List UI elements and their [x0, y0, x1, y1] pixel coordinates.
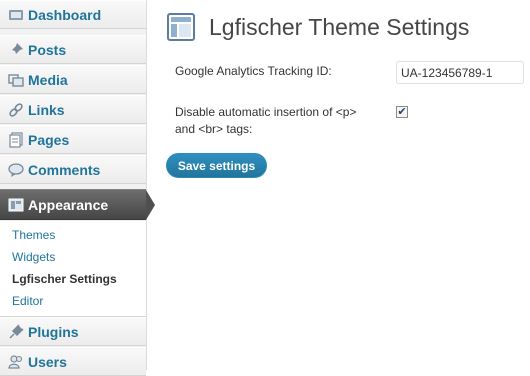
comment-icon	[8, 162, 24, 178]
menu-label-media: Media	[28, 71, 68, 88]
menu-item-links[interactable]: Links	[0, 95, 146, 124]
pin-icon	[8, 42, 24, 58]
submenu-item-themes[interactable]: Themes	[12, 228, 55, 242]
menu-item-posts[interactable]: Posts	[0, 35, 146, 64]
menu-item-appearance[interactable]: Appearance	[0, 189, 146, 220]
menu-label-users: Users	[28, 353, 67, 370]
submenu-item-editor[interactable]: Editor	[12, 294, 43, 308]
save-settings-button[interactable]: Save settings	[166, 153, 267, 178]
tracking-id-label: Google Analytics Tracking ID:	[175, 64, 332, 78]
link-icon	[8, 102, 24, 118]
media-icon	[8, 72, 24, 88]
disable-insertion-label-line2: and <br> tags:	[175, 122, 253, 136]
menu-item-plugins[interactable]: Plugins	[0, 317, 146, 346]
menu-item-media[interactable]: Media	[0, 65, 146, 94]
checkmark-icon: ✔	[397, 106, 407, 118]
appearance-submenu: Themes Widgets Lgfischer Settings Editor	[0, 221, 146, 317]
disable-insertion-checkbox[interactable]: ✔	[396, 106, 408, 118]
page-title: Lgfischer Theme Settings	[209, 14, 470, 40]
menu-label-dashboard: Dashboard	[28, 6, 102, 23]
disable-insertion-label-line1: Disable automatic insertion of <p>	[175, 105, 357, 119]
menu-label-links: Links	[28, 101, 65, 118]
menu-label-appearance: Appearance	[28, 196, 109, 213]
pages-icon	[8, 131, 24, 148]
menu-label-pages: Pages	[28, 131, 70, 148]
submenu-item-widgets[interactable]: Widgets	[12, 250, 55, 264]
plugin-icon	[8, 323, 24, 340]
menu-item-pages[interactable]: Pages	[0, 125, 146, 154]
submenu-item-lgfischer-settings[interactable]: Lgfischer Settings	[12, 272, 117, 286]
dashboard-icon	[8, 7, 24, 23]
admin-sidebar: Dashboard Posts Media Links Pages Commen…	[0, 0, 155, 376]
menu-item-users[interactable]: Users	[0, 347, 146, 376]
users-icon	[8, 354, 24, 370]
tracking-id-input[interactable]	[396, 61, 524, 84]
menu-label-comments: Comments	[28, 161, 101, 178]
menu-label-plugins: Plugins	[28, 323, 79, 340]
menu-item-comments[interactable]: Comments	[0, 155, 146, 184]
appearance-icon	[8, 197, 24, 213]
current-menu-arrow	[146, 190, 155, 220]
menu-item-dashboard[interactable]: Dashboard	[0, 0, 146, 29]
menu-label-posts: Posts	[28, 41, 67, 58]
theme-settings-icon	[167, 13, 195, 41]
